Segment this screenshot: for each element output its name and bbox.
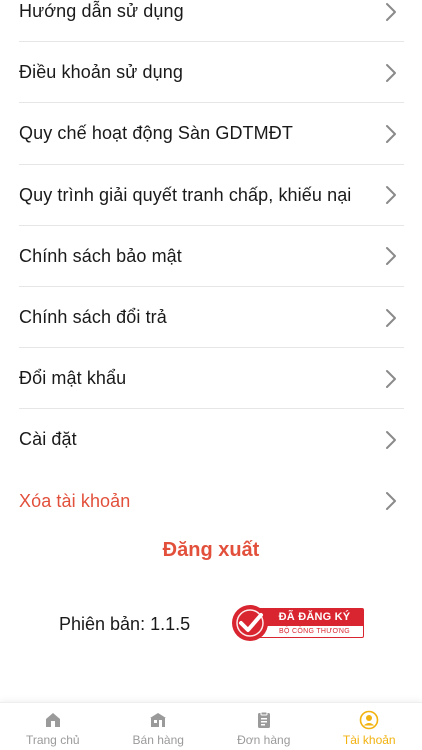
chevron-right-icon [386,124,396,143]
menu-item-return-policy[interactable]: Chính sách đổi trả [0,287,422,349]
account-menu-list: Hướng dẫn sử dụng Điều khoản sử dụng Quy… [0,0,422,532]
chevron-right-icon [386,492,396,511]
menu-item-label: Quy trình giải quyết tranh chấp, khiếu n… [19,184,352,205]
chevron-right-icon [386,63,396,82]
chevron-right-icon [386,247,396,266]
menu-item-label: Chính sách bảo mật [19,245,182,266]
tab-label: Tài khoản [342,733,396,747]
menu-item-operating-rules[interactable]: Quy chế hoạt động Sàn GDTMĐT [0,103,422,165]
menu-item-user-guide[interactable]: Hướng dẫn sử dụng [0,0,422,43]
store-icon [150,713,167,727]
menu-item-privacy-policy[interactable]: Chính sách bảo mật [0,226,422,287]
chevron-right-icon [386,2,396,21]
chevron-right-icon [386,430,396,449]
menu-item-delete-account[interactable]: Xóa tài khoản [0,471,422,532]
menu-item-label: Đổi mật khẩu [19,368,127,389]
registered-ministry-badge[interactable]: ĐÃ ĐĂNG KÝ BỘ CÔNG THƯƠNG [232,605,365,641]
chevron-right-icon [386,369,396,388]
logout-button[interactable]: Đăng xuất [0,539,422,562]
menu-item-label: Xóa tài khoản [19,490,131,511]
chevron-right-icon [386,186,396,205]
tab-label: Bán hàng [132,733,184,747]
bottom-tab-bar: Trang chủ Bán hàng Đơn hàng Tài khoản [0,702,422,750]
version-text: Phiên bản: 1.1.5 [59,614,191,634]
tab-account[interactable]: Tài khoản [317,703,422,750]
tab-home[interactable]: Trang chủ [0,703,106,750]
menu-item-dispute-resolution[interactable]: Quy trình giải quyết tranh chấp, khiếu n… [0,165,422,226]
menu-item-label: Cài đặt [19,429,77,450]
menu-item-label: Chính sách đổi trả [19,307,167,328]
tab-label: Đơn hàng [237,733,291,747]
chevron-right-icon [386,308,396,327]
menu-item-label: Điều khoản sử dụng [19,62,183,83]
home-icon [45,713,60,727]
menu-item-label: Hướng dẫn sử dụng [19,1,184,22]
account-screen: Hướng dẫn sử dụng Điều khoản sử dụng Quy… [0,0,422,750]
menu-item-settings[interactable]: Cài đặt [0,409,422,470]
menu-item-label: Quy chế hoạt động Sàn GDTMĐT [19,123,293,144]
badge-subtitle: BỘ CÔNG THƯƠNG [279,628,350,635]
badge-panel: ĐÃ ĐĂNG KÝ BỘ CÔNG THƯƠNG [253,608,364,638]
tab-orders[interactable]: Đơn hàng [211,703,317,750]
user-circle-icon [359,710,379,730]
menu-item-terms-of-use[interactable]: Điều khoản sử dụng [0,42,422,104]
menu-item-change-password[interactable]: Đổi mật khẩu [0,348,422,410]
checkmark-icon [236,609,264,637]
badge-title: ĐÃ ĐĂNG KÝ [254,609,363,626]
clipboard-icon [257,711,270,728]
tab-label: Trang chủ [25,733,80,747]
tab-sales[interactable]: Bán hàng [106,703,212,750]
